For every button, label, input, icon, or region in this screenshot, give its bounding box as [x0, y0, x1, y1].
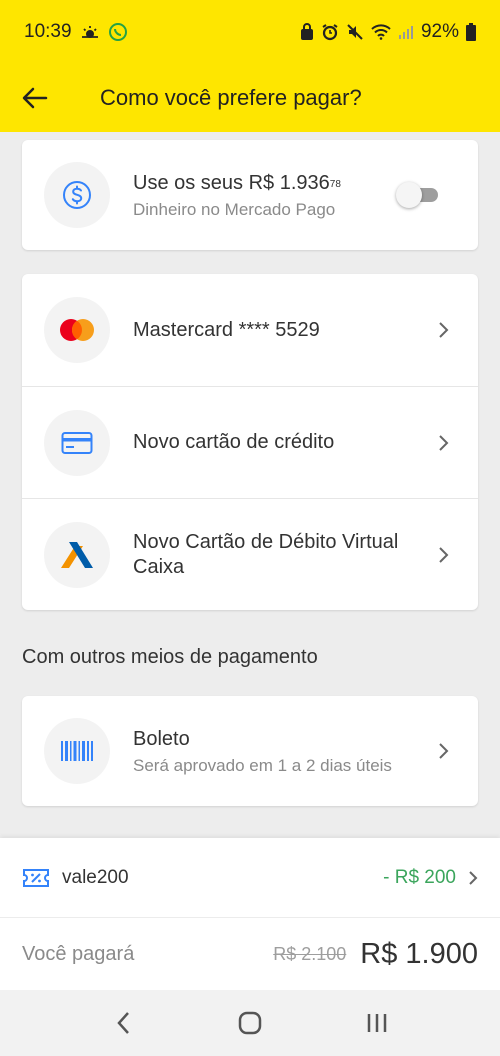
use-balance-toggle[interactable]: [396, 182, 442, 208]
content-area[interactable]: Use os seus R$ 1.93678 Dinheiro no Merca…: [0, 132, 500, 838]
chevron-right-icon: [468, 870, 478, 886]
page-title: Como você prefere pagar?: [100, 85, 362, 110]
balance-subtitle: Dinheiro no Mercado Pago: [133, 199, 336, 219]
payment-method-title: Novo cartão de crédito: [133, 431, 335, 453]
mastercard-icon-container: [44, 297, 110, 363]
back-button[interactable]: [0, 64, 70, 132]
secure-folder-icon: [300, 23, 314, 41]
boleto-title: Boleto: [133, 727, 190, 750]
nav-recents-button[interactable]: [347, 998, 407, 1048]
weather-icon: [80, 24, 100, 40]
account-balance-row[interactable]: Use os seus R$ 1.93678 Dinheiro no Merca…: [22, 140, 478, 250]
wifi-icon: [371, 24, 391, 40]
payment-method-mastercard[interactable]: Mastercard **** 5529: [22, 274, 478, 386]
payment-method-boleto[interactable]: Boleto Será aprovado em 1 a 2 dias úteis: [22, 696, 478, 806]
signal-icon: [398, 24, 414, 40]
status-bar: 10:39 92%: [0, 0, 500, 64]
battery-icon: [466, 23, 476, 41]
arrow-left-icon: [22, 87, 48, 109]
other-methods-heading: Com outros meios de pagamento: [22, 646, 318, 668]
other-methods-card: Boleto Será aprovado em 1 a 2 dias úteis: [22, 696, 478, 806]
boleto-subtitle: Será aprovado em 1 a 2 dias úteis: [133, 755, 392, 775]
payment-method-title: Mastercard **** 5529: [133, 318, 320, 341]
mastercard-icon: [60, 319, 94, 341]
alarm-icon: [321, 23, 339, 41]
chevron-left-icon: [117, 1012, 130, 1034]
chevron-right-icon: [424, 546, 464, 564]
money-icon-container: [44, 162, 110, 228]
account-balance-card: Use os seus R$ 1.93678 Dinheiro no Merca…: [22, 140, 478, 250]
recents-icon: [367, 1014, 386, 1032]
payment-method-title: Novo Cartão de Débito Virtual Caixa: [133, 530, 399, 578]
nav-home-button[interactable]: [220, 998, 280, 1048]
chevron-right-icon: [424, 742, 464, 760]
credit-card-icon-container: [44, 409, 110, 476]
coupon-row[interactable]: vale200 - R$ 200: [0, 838, 500, 918]
total-label: Você pagará: [22, 942, 135, 965]
system-nav-bar: [0, 990, 500, 1056]
coupon-icon: [23, 868, 49, 887]
coupon-discount: - R$ 200: [383, 866, 456, 888]
balance-title: Use os seus R$ 1.93678: [133, 171, 341, 194]
status-time: 10:39: [24, 21, 72, 42]
barcode-icon-container: [44, 718, 110, 784]
caixa-icon: [61, 541, 93, 568]
dollar-icon: [63, 181, 91, 209]
balance-cents: 78: [329, 178, 341, 190]
payment-method-new-credit-card[interactable]: Novo cartão de crédito: [22, 386, 478, 498]
barcode-icon: [61, 741, 93, 761]
final-price: R$ 1.900: [360, 937, 478, 970]
home-icon: [238, 1011, 262, 1035]
chevron-right-icon: [424, 321, 464, 339]
total-row: Você pagará R$ 2.100 R$ 1.900: [0, 918, 500, 990]
battery-percent: 92%: [420, 21, 459, 42]
chevron-right-icon: [424, 434, 464, 452]
payment-summary: vale200 - R$ 200 Você pagará R$ 2.100 R$…: [0, 838, 500, 990]
coupon-code: vale200: [62, 866, 129, 888]
caixa-icon-container: [44, 521, 110, 588]
original-price: R$ 2.100: [273, 943, 347, 964]
mute-icon: [346, 23, 364, 41]
payment-method-caixa-debit[interactable]: Novo Cartão de Débito Virtual Caixa: [22, 498, 478, 610]
app-bar: Como você prefere pagar?: [0, 64, 500, 132]
nav-back-button[interactable]: [93, 998, 153, 1048]
whatsapp-icon: [108, 22, 128, 42]
credit-card-icon: [61, 431, 93, 454]
payment-methods-card: Mastercard **** 5529 Novo cartão de créd…: [22, 274, 478, 610]
